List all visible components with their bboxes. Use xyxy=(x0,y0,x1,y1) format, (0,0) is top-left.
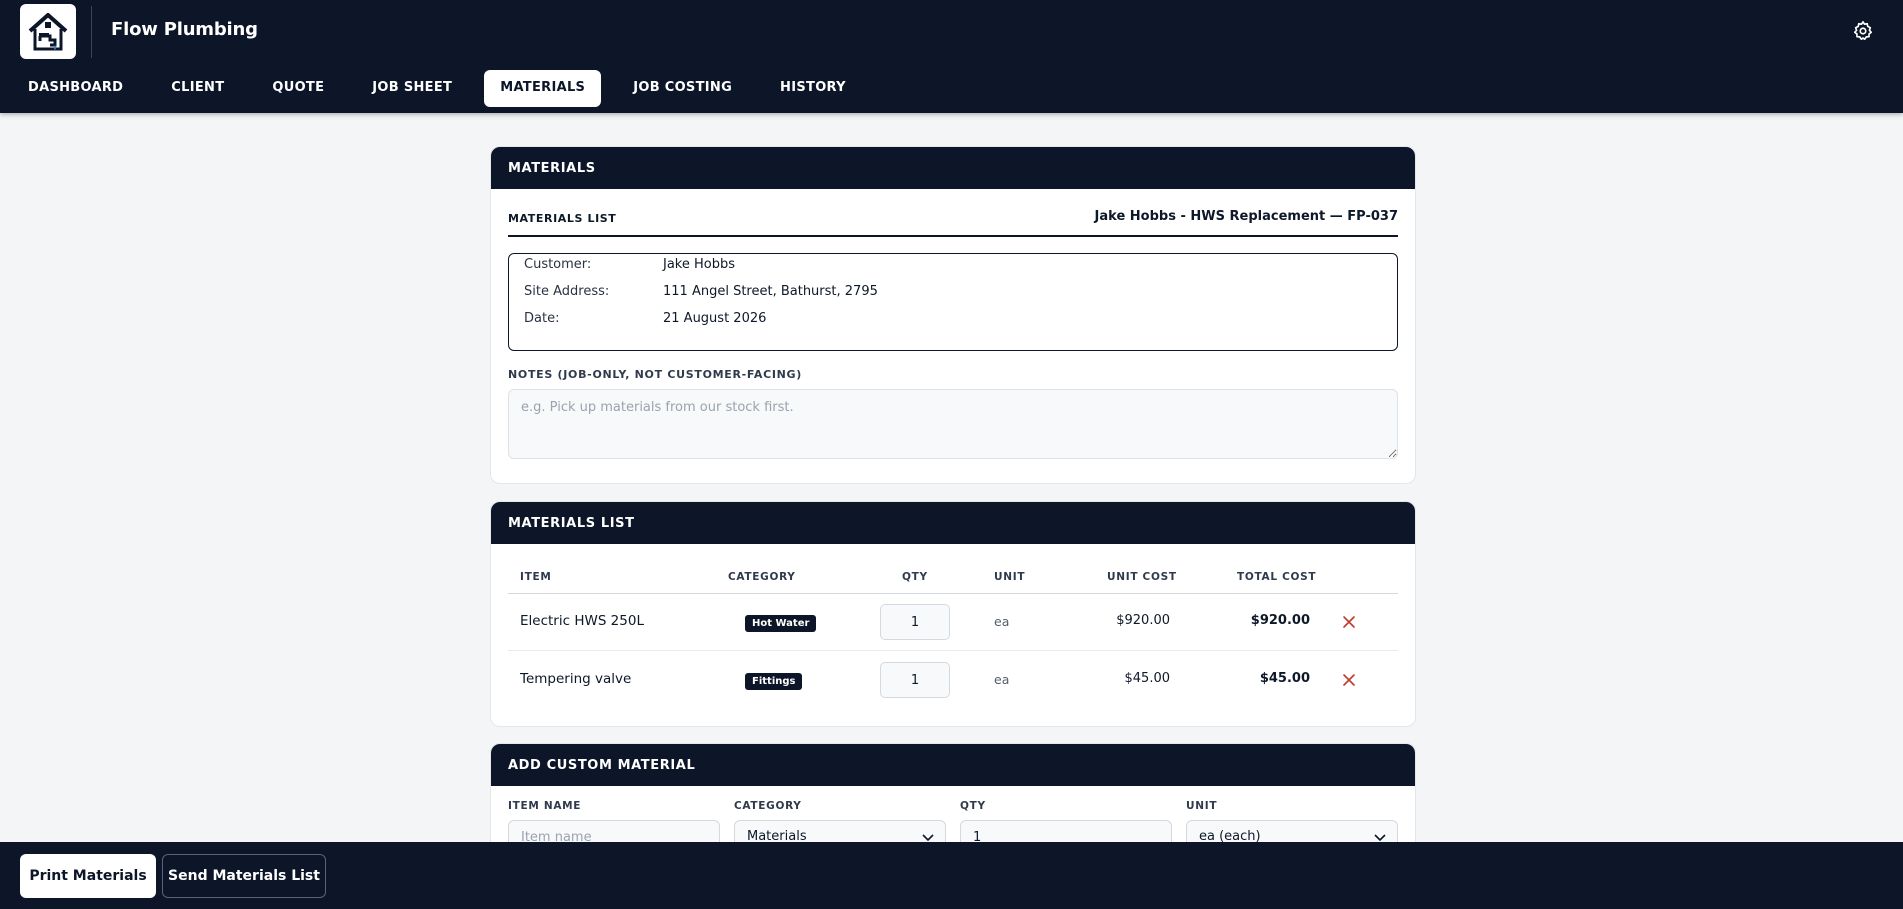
col-header-unit-cost: UNIT COST xyxy=(1107,571,1177,583)
tab-materials[interactable]: MATERIALS xyxy=(484,70,602,107)
materials-list-title-row: MATERIALS LIST Jake Hobbs - HWS Replacem… xyxy=(508,209,1398,237)
col-header-item: ITEM xyxy=(520,571,552,583)
unit-value: ea xyxy=(994,614,1010,629)
print-materials-button[interactable]: Print Materials xyxy=(20,854,156,898)
date-value: 21 August 2026 xyxy=(663,311,767,326)
tab-dashboard[interactable]: DASHBOARD xyxy=(12,70,139,107)
job-reference: Jake Hobbs - HWS Replacement — FP-037 xyxy=(1094,209,1398,224)
item-name: Electric HWS 250L xyxy=(520,613,644,629)
tab-client[interactable]: CLIENT xyxy=(155,70,240,107)
tab-quote[interactable]: QUOTE xyxy=(256,70,340,107)
category-badge: Hot Water xyxy=(745,615,817,632)
customer-label: Customer: xyxy=(524,257,592,272)
tab-history[interactable]: HISTORY xyxy=(764,70,862,107)
col-header-unit: UNIT xyxy=(994,571,1026,583)
item-name-label: ITEM NAME xyxy=(508,800,582,812)
logo-divider xyxy=(91,6,92,58)
tab-job-costing[interactable]: JOB COSTING xyxy=(617,70,748,107)
site-address-label: Site Address: xyxy=(524,284,610,299)
job-info-box: Customer: Jake Hobbs Site Address: 111 A… xyxy=(508,253,1398,351)
send-materials-list-button[interactable]: Send Materials List xyxy=(162,854,326,898)
qty-label: QTY xyxy=(960,800,986,812)
col-header-qty: QTY xyxy=(902,571,928,583)
total-cost-value: $920.00 xyxy=(1250,613,1310,628)
col-header-category: CATEGORY xyxy=(728,571,796,583)
house-tap-logo-icon[interactable] xyxy=(20,4,76,59)
date-label: Date: xyxy=(524,311,560,326)
qty-input[interactable] xyxy=(880,662,950,698)
notes-textarea[interactable] xyxy=(508,389,1398,459)
site-address-value: 111 Angel Street, Bathurst, 2795 xyxy=(663,284,878,299)
materials-list-title: MATERIALS LIST xyxy=(508,212,617,225)
app-name: Flow Plumbing xyxy=(111,19,258,40)
unit-cost-value: $45.00 xyxy=(1124,671,1171,686)
tab-job-sheet[interactable]: JOB SHEET xyxy=(356,70,468,107)
category-label: CATEGORY xyxy=(734,800,802,812)
delete-row-icon[interactable] xyxy=(1340,671,1358,689)
customer-value: Jake Hobbs xyxy=(663,257,736,272)
main-nav: DASHBOARD CLIENT QUOTE JOB SHEET MATERIA… xyxy=(12,70,878,107)
total-cost-value: $45.00 xyxy=(1259,671,1310,686)
table-row: Tempering valve Fittings ea $45.00 $45.0… xyxy=(508,652,1398,709)
notes-label: NOTES (JOB-ONLY, NOT CUSTOMER-FACING) xyxy=(508,368,803,381)
delete-row-icon[interactable] xyxy=(1340,613,1358,631)
add-custom-material-header: ADD CUSTOM MATERIAL xyxy=(491,744,1415,786)
unit-label: UNIT xyxy=(1186,800,1218,812)
top-bar: Flow Plumbing DASHBOARD CLIENT QUOTE JOB… xyxy=(0,0,1903,113)
category-badge: Fittings xyxy=(745,673,803,690)
unit-value: ea xyxy=(994,672,1010,687)
col-header-total-cost: TOTAL COST xyxy=(1237,571,1317,583)
qty-input[interactable] xyxy=(880,604,950,640)
unit-cost-value: $920.00 xyxy=(1116,613,1170,628)
table-row: Electric HWS 250L Hot Water ea $920.00 $… xyxy=(508,594,1398,651)
materials-card-header: MATERIALS xyxy=(491,147,1415,189)
materials-list-card-header: MATERIALS LIST xyxy=(491,502,1415,544)
bottom-action-bar: Print Materials Send Materials List xyxy=(0,842,1903,909)
materials-list-card: MATERIALS LIST ITEM CATEGORY QTY UNIT UN… xyxy=(490,501,1416,727)
item-name: Tempering valve xyxy=(520,671,632,687)
gear-icon[interactable] xyxy=(1852,20,1874,42)
materials-card: MATERIALS MATERIALS LIST Jake Hobbs - HW… xyxy=(490,146,1416,484)
